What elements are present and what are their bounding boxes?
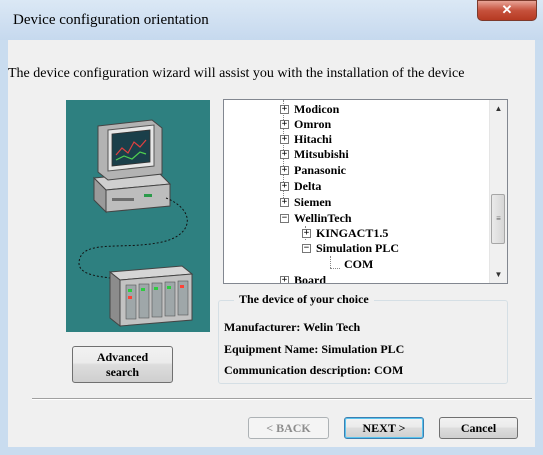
expand-icon[interactable]: + (280, 120, 289, 129)
cancel-button[interactable]: Cancel (439, 417, 518, 439)
next-button[interactable]: NEXT > (344, 417, 424, 439)
back-button[interactable]: < BACK (248, 417, 329, 439)
manufacturer-text: Manufacturer: Welin Tech (224, 320, 361, 334)
expand-icon[interactable]: + (280, 198, 289, 207)
equipment-name-text: Equipment Name: Simulation PLC (224, 342, 405, 356)
expand-icon[interactable]: + (280, 105, 289, 114)
device-tree[interactable]: + Modicon + Omron + Hitachi + Mitsubishi… (223, 99, 508, 284)
scroll-up-icon[interactable]: ▲ (490, 100, 507, 117)
computer-plc-icon (78, 119, 194, 328)
communication-text: Communication description: COM (224, 363, 404, 377)
wizard-client-area: The device configuration wizard will ass… (8, 40, 535, 447)
separator (32, 398, 532, 400)
scroll-thumb[interactable]: ≡ (491, 194, 505, 244)
expand-icon[interactable]: + (280, 182, 289, 191)
expand-icon[interactable]: + (280, 166, 289, 175)
expand-icon[interactable]: + (280, 150, 289, 159)
grip-icon: ≡ (496, 214, 501, 223)
close-icon: ✕ (501, 2, 513, 17)
scroll-down-icon[interactable]: ▼ (490, 266, 507, 283)
group-legend: The device of your choice (234, 292, 374, 307)
advanced-search-button[interactable]: Advanced search (72, 346, 173, 383)
close-button[interactable]: ✕ (477, 0, 537, 21)
computer-device-illustration (66, 100, 210, 332)
window-title: Device configuration orientation (13, 12, 209, 28)
collapse-icon[interactable]: − (280, 214, 289, 223)
expand-icon[interactable]: + (280, 276, 289, 283)
tree-connector (330, 268, 340, 269)
expand-icon[interactable]: + (280, 135, 289, 144)
wizard-window: Device configuration orientation ✕ The d… (0, 0, 543, 455)
expand-icon[interactable]: + (302, 229, 311, 238)
collapse-icon[interactable]: − (302, 244, 311, 253)
tree-scrollbar[interactable]: ▲ ≡ ▼ (489, 100, 507, 283)
tree-connector (330, 256, 331, 268)
title-bar[interactable]: Device configuration orientation ✕ (0, 0, 543, 40)
device-choice-group: The device of your choice Manufacturer: … (218, 292, 508, 384)
intro-text: The device configuration wizard will ass… (8, 66, 465, 81)
